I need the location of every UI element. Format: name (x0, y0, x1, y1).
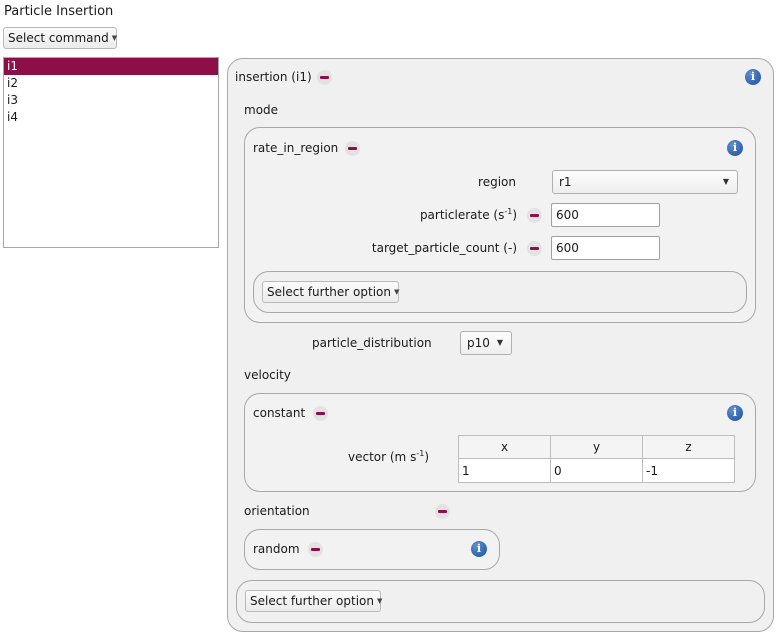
chevron-down-icon: ▼ (376, 597, 383, 605)
remove-particlerate-minus-icon[interactable] (527, 208, 542, 223)
vector-col-z: z (642, 435, 735, 459)
region-select[interactable]: r1 ▼ (552, 170, 738, 194)
remove-constant-minus-icon[interactable] (313, 406, 328, 421)
velocity-label: velocity (244, 368, 291, 382)
chevron-down-icon: ▼ (722, 177, 729, 186)
region-label: region (478, 175, 516, 189)
target-particle-count-label: target_particle_count (-) (371, 241, 517, 255)
particle-distribution-label: particle_distribution (312, 336, 432, 350)
insertion-header: insertion (i1) (235, 70, 312, 84)
select-command-label: Select command (8, 31, 109, 45)
particlerate-input[interactable]: 600 (551, 203, 660, 227)
list-item-i1[interactable]: i1 (4, 58, 218, 75)
particle-distribution-value: p10 (467, 336, 490, 350)
particlerate-label: particlerate (s-1) (419, 207, 517, 222)
random-info-icon[interactable]: i (471, 541, 487, 557)
insertion-list[interactable]: i1 i2 i3 i4 (3, 57, 219, 248)
remove-orientation-minus-icon[interactable] (435, 504, 450, 519)
random-header: random (253, 542, 300, 556)
vector-col-y: y (550, 435, 643, 459)
insertion-select-further-option-label: Select further option (250, 594, 374, 608)
rate-select-further-option-label: Select further option (267, 285, 391, 299)
particle-distribution-select[interactable]: p10 ▼ (460, 331, 512, 355)
rate-in-region-info-icon[interactable]: i (727, 140, 743, 156)
list-item-i2[interactable]: i2 (4, 75, 218, 92)
vector-cell-y[interactable]: 0 (550, 458, 643, 483)
remove-insertion-minus-icon[interactable] (317, 70, 332, 85)
orientation-label: orientation (244, 504, 310, 518)
list-item-i4[interactable]: i4 (4, 109, 218, 126)
select-command-button[interactable]: Select command ▼ (3, 27, 117, 49)
rate-select-further-option-button[interactable]: Select further option ▼ (262, 281, 399, 303)
window-title: Particle Insertion (4, 4, 114, 19)
constant-info-icon[interactable]: i (727, 405, 743, 421)
rate-in-region-header: rate_in_region (253, 141, 339, 155)
chevron-down-icon: ▼ (393, 288, 400, 296)
target-particle-count-input[interactable]: 600 (551, 236, 660, 260)
chevron-down-icon: ▼ (496, 338, 503, 347)
mode-label: mode (244, 103, 279, 117)
region-value: r1 (559, 175, 572, 189)
constant-header: constant (253, 406, 306, 420)
vector-table: x y z 1 0 -1 (458, 435, 735, 483)
vector-col-x: x (458, 435, 551, 459)
chevron-down-icon: ▼ (111, 34, 118, 42)
insertion-info-icon[interactable]: i (745, 69, 761, 85)
remove-random-minus-icon[interactable] (308, 542, 323, 557)
list-item-i3[interactable]: i3 (4, 92, 218, 109)
insertion-select-further-option-button[interactable]: Select further option ▼ (245, 590, 383, 612)
remove-rate-in-region-minus-icon[interactable] (345, 141, 360, 156)
vector-label: vector (m s-1) (348, 449, 429, 464)
vector-cell-z[interactable]: -1 (642, 458, 735, 483)
vector-cell-x[interactable]: 1 (458, 458, 551, 483)
remove-target-particle-count-minus-icon[interactable] (527, 241, 542, 256)
